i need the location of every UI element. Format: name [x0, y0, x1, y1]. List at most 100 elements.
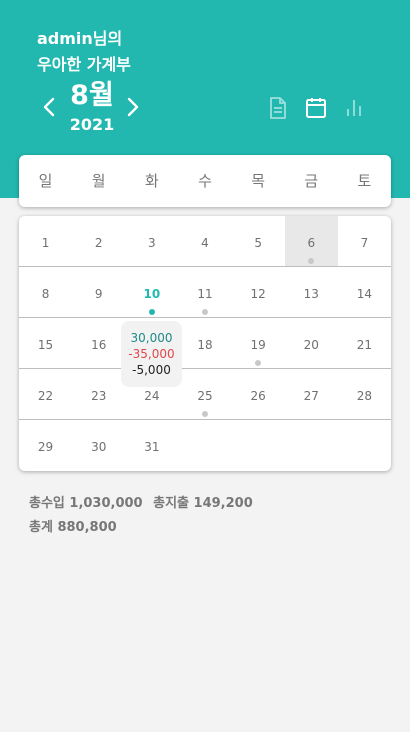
weekday-tue: 화 [144, 172, 159, 190]
calendar-day-13[interactable]: 13 [285, 267, 338, 317]
day-number: 1 [41, 236, 50, 250]
monthly-summary: 총수입 1,030,000 총지출 149,200 총계 880,800 [29, 492, 259, 540]
calendar-day-28[interactable]: 28 [338, 369, 391, 419]
calendar-empty-cell [285, 420, 338, 471]
record-indicator-dot [308, 258, 315, 264]
calendar-day-18[interactable]: 18 [178, 318, 231, 368]
day-number: 28 [356, 389, 373, 403]
day-number: 16 [91, 338, 107, 352]
day-number: 31 [144, 440, 160, 454]
list-view-button[interactable] [266, 96, 290, 120]
calendar-day-15[interactable]: 15 [19, 318, 72, 368]
calendar-day-23[interactable]: 23 [72, 369, 125, 419]
calendar-day-22[interactable]: 22 [19, 369, 72, 419]
calendar-day-7[interactable]: 7 [338, 216, 391, 266]
weekday-sun: 일 [38, 172, 53, 190]
title-line-2: 우아한 가계부 [37, 55, 131, 74]
calendar-day-25[interactable]: 25 [178, 369, 231, 419]
title-line-1: admin님의 [37, 29, 123, 48]
calendar-day-19[interactable]: 19 [232, 318, 285, 368]
day-summary-tooltip: 30,000 -35,000 -5,000 [121, 321, 182, 387]
day-number: 12 [250, 287, 266, 301]
day-number: 6 [307, 236, 316, 250]
calendar-day-4[interactable]: 4 [178, 216, 231, 266]
calendar-day-31[interactable]: 31 [125, 420, 178, 471]
calendar-day-2[interactable]: 2 [72, 216, 125, 266]
calendar-empty-cell [232, 420, 285, 471]
day-number: 3 [148, 236, 156, 250]
day-number: 15 [37, 338, 54, 352]
calendar-day-1[interactable]: 1 [19, 216, 72, 266]
current-year: 2021 [69, 115, 115, 134]
day-number: 13 [303, 287, 319, 301]
day-number: 23 [91, 389, 107, 403]
day-number: 5 [254, 236, 262, 250]
calendar-week-row: 8 9 10 11 12 13 14 [19, 267, 391, 318]
calendar-day-8[interactable]: 8 [19, 267, 72, 317]
record-indicator-dot [201, 309, 208, 315]
summary-total: 총계 880,800 [29, 520, 117, 535]
statistics-view-button[interactable] [342, 96, 366, 120]
day-number: 26 [250, 389, 266, 403]
calendar-day-26[interactable]: 26 [232, 369, 285, 419]
prev-month-button[interactable] [39, 96, 59, 122]
calendar-day-21[interactable]: 21 [338, 318, 391, 368]
calendar-view-button[interactable] [304, 96, 328, 120]
day-number: 8 [41, 287, 50, 301]
calendar-day-11[interactable]: 11 [178, 267, 231, 317]
next-month-button[interactable] [123, 96, 143, 122]
calendar-week-row: 22 23 24 25 26 27 28 [19, 369, 391, 420]
record-indicator-dot [148, 309, 155, 315]
bar-chart-icon [347, 100, 361, 116]
calendar-day-27[interactable]: 27 [285, 369, 338, 419]
day-number: 20 [303, 338, 319, 352]
day-number: 18 [197, 338, 213, 352]
weekday-sat: 토 [357, 172, 372, 190]
day-number: 25 [197, 389, 213, 403]
weekday-thu: 목 [251, 172, 266, 190]
day-number: 14 [356, 287, 373, 301]
tooltip-expense: -35,000 [128, 347, 175, 361]
calendar-day-30[interactable]: 30 [72, 420, 125, 471]
calendar-grid: 1234567891011121314151617181920212223242… [19, 216, 391, 471]
day-number: 22 [37, 389, 54, 403]
day-number: 27 [303, 389, 319, 403]
summary-income: 총수입 1,030,000 [29, 496, 143, 511]
day-number: 30 [91, 440, 107, 454]
day-number: 24 [144, 389, 160, 403]
calendar-icon [306, 98, 326, 118]
calendar-day-9[interactable]: 9 [72, 267, 125, 317]
record-indicator-dot [255, 360, 262, 366]
calendar-day-10[interactable]: 10 [125, 267, 178, 317]
tooltip-total: -5,000 [132, 363, 171, 377]
record-indicator-dot [201, 411, 208, 417]
tooltip-income: 30,000 [130, 331, 173, 345]
day-number: 2 [94, 236, 103, 250]
calendar-week-row: 1 2 3 4 5 6 7 [19, 216, 391, 267]
calendar-day-5[interactable]: 5 [232, 216, 285, 266]
chevron-left-icon [43, 97, 55, 117]
calendar-empty-cell [178, 420, 231, 471]
calendar-day-29[interactable]: 29 [19, 420, 72, 471]
day-number: 4 [201, 236, 209, 250]
calendar-day-6[interactable]: 6 [284, 216, 338, 266]
summary-expense: 총지출 149,200 [153, 496, 253, 511]
chevron-right-icon [127, 97, 139, 117]
calendar-empty-cell [338, 420, 391, 471]
day-number: 10 [143, 287, 161, 301]
calendar-day-12[interactable]: 12 [232, 267, 285, 317]
calendar-day-16[interactable]: 16 [72, 318, 125, 368]
calendar-day-20[interactable]: 20 [285, 318, 338, 368]
current-month: 8월 [70, 80, 114, 111]
weekday-fri: 금 [304, 172, 319, 190]
document-icon [270, 97, 286, 119]
weekday-wed: 수 [198, 172, 212, 190]
day-number: 29 [37, 440, 54, 454]
weekday-mon: 월 [91, 172, 106, 190]
day-number: 7 [360, 236, 369, 250]
calendar-week-row: 15161718192021 [19, 318, 391, 369]
calendar-day-3[interactable]: 3 [125, 216, 178, 266]
weekday-header: 일 월 화 수 목 금 토 [19, 155, 391, 207]
calendar-day-14[interactable]: 14 [338, 267, 391, 317]
calendar-week-row: 29 30 31 [19, 420, 391, 471]
